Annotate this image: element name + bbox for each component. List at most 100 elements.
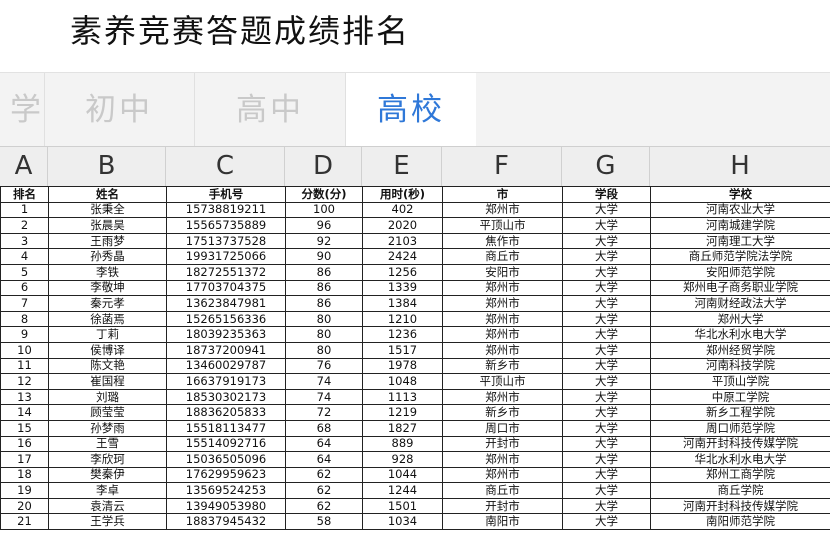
cell-score[interactable]: 62 (285, 482, 363, 499)
cell-school[interactable]: 周口师范学院 (650, 419, 830, 437)
cell-score[interactable]: 64 (285, 451, 363, 468)
cell-phone[interactable]: 18737200941 (166, 341, 286, 359)
cell-phone[interactable]: 13949053980 (166, 497, 286, 515)
cell-time[interactable]: 1501 (362, 497, 443, 515)
cell-time[interactable]: 1978 (362, 357, 443, 375)
cell-time[interactable]: 2020 (362, 217, 443, 234)
cell-name[interactable]: 徐菡焉 (48, 310, 167, 328)
header-time[interactable]: 用时(秒) (362, 186, 443, 203)
cell-name[interactable]: 李欣珂 (48, 451, 167, 468)
column-letter-c[interactable]: C (166, 147, 285, 186)
cell-rank[interactable]: 15 (0, 419, 49, 437)
cell-school[interactable]: 河南财经政法大学 (650, 295, 830, 312)
cell-score[interactable]: 96 (285, 217, 363, 234)
cell-name[interactable]: 顾莹莹 (48, 404, 167, 421)
column-letter-b[interactable]: B (48, 147, 166, 186)
cell-city[interactable]: 郑州市 (442, 451, 563, 468)
cell-stage[interactable]: 大学 (562, 513, 651, 531)
cell-score[interactable]: 80 (285, 341, 363, 359)
cell-score[interactable]: 76 (285, 357, 363, 375)
cell-school[interactable]: 南阳师范学院 (650, 513, 830, 531)
cell-score[interactable]: 92 (285, 232, 363, 250)
cell-name[interactable]: 孙梦雨 (48, 419, 167, 437)
cell-city[interactable]: 新乡市 (442, 404, 563, 421)
cell-rank[interactable]: 21 (0, 513, 49, 531)
cell-stage[interactable]: 大学 (562, 435, 651, 453)
header-rank[interactable]: 排名 (0, 186, 49, 203)
cell-time[interactable]: 1113 (362, 388, 443, 406)
cell-stage[interactable]: 大学 (562, 248, 651, 265)
cell-rank[interactable]: 10 (0, 341, 49, 359)
cell-name[interactable]: 李卓 (48, 482, 167, 499)
cell-score[interactable]: 62 (285, 466, 363, 484)
cell-name[interactable]: 丁莉 (48, 326, 167, 343)
tab-university[interactable]: 高校 (346, 73, 476, 147)
column-letter-e[interactable]: E (362, 147, 442, 186)
cell-name[interactable]: 陈文艳 (48, 357, 167, 375)
cell-city[interactable]: 焦作市 (442, 232, 563, 250)
cell-phone[interactable]: 19931725066 (166, 248, 286, 265)
column-letter-h[interactable]: H (650, 147, 830, 186)
cell-rank[interactable]: 5 (0, 263, 49, 281)
cell-city[interactable]: 郑州市 (442, 310, 563, 328)
cell-score[interactable]: 72 (285, 404, 363, 421)
cell-city[interactable]: 郑州市 (442, 295, 563, 312)
cell-city[interactable]: 郑州市 (442, 466, 563, 484)
cell-school[interactable]: 平顶山学院 (650, 373, 830, 390)
cell-school[interactable]: 郑州工商学院 (650, 466, 830, 484)
column-letter-f[interactable]: F (442, 147, 562, 186)
cell-name[interactable]: 王雨梦 (48, 232, 167, 250)
cell-school[interactable]: 河南农业大学 (650, 201, 830, 219)
tab-junior-high[interactable]: 初中 (44, 73, 195, 147)
cell-city[interactable]: 南阳市 (442, 513, 563, 531)
cell-name[interactable]: 孙秀晶 (48, 248, 167, 265)
cell-score[interactable]: 74 (285, 388, 363, 406)
cell-score[interactable]: 80 (285, 310, 363, 328)
cell-rank[interactable]: 18 (0, 466, 49, 484)
cell-time[interactable]: 1044 (362, 466, 443, 484)
cell-stage[interactable]: 大学 (562, 357, 651, 375)
cell-time[interactable]: 1244 (362, 482, 443, 499)
cell-stage[interactable]: 大学 (562, 232, 651, 250)
cell-stage[interactable]: 大学 (562, 326, 651, 343)
cell-time[interactable]: 402 (362, 201, 443, 219)
cell-name[interactable]: 王雪 (48, 435, 167, 453)
cell-name[interactable]: 张晨昊 (48, 217, 167, 234)
cell-time[interactable]: 1219 (362, 404, 443, 421)
cell-time[interactable]: 1339 (362, 279, 443, 297)
cell-time[interactable]: 1256 (362, 263, 443, 281)
cell-city[interactable]: 开封市 (442, 435, 563, 453)
cell-rank[interactable]: 1 (0, 201, 49, 219)
cell-phone[interactable]: 16637919173 (166, 373, 286, 390)
header-name[interactable]: 姓名 (48, 186, 167, 203)
header-score[interactable]: 分数(分) (285, 186, 363, 203)
cell-rank[interactable]: 3 (0, 232, 49, 250)
cell-city[interactable]: 新乡市 (442, 357, 563, 375)
cell-stage[interactable]: 大学 (562, 295, 651, 312)
cell-city[interactable]: 商丘市 (442, 482, 563, 499)
cell-rank[interactable]: 16 (0, 435, 49, 453)
cell-time[interactable]: 1517 (362, 341, 443, 359)
cell-rank[interactable]: 4 (0, 248, 49, 265)
cell-rank[interactable]: 14 (0, 404, 49, 421)
cell-phone[interactable]: 17703704375 (166, 279, 286, 297)
cell-phone[interactable]: 15514092716 (166, 435, 286, 453)
cell-school[interactable]: 河南开封科技传媒学院 (650, 435, 830, 453)
cell-score[interactable]: 80 (285, 326, 363, 343)
cell-city[interactable]: 郑州市 (442, 388, 563, 406)
cell-city[interactable]: 郑州市 (442, 326, 563, 343)
cell-school[interactable]: 中原工学院 (650, 388, 830, 406)
tab-primary-school[interactable]: 学 (0, 73, 45, 147)
cell-city[interactable]: 郑州市 (442, 279, 563, 297)
cell-time[interactable]: 889 (362, 435, 443, 453)
cell-school[interactable]: 华北水利水电大学 (650, 326, 830, 343)
cell-name[interactable]: 侯博译 (48, 341, 167, 359)
cell-name[interactable]: 袁清云 (48, 497, 167, 515)
cell-rank[interactable]: 13 (0, 388, 49, 406)
cell-stage[interactable]: 大学 (562, 217, 651, 234)
cell-city[interactable]: 开封市 (442, 497, 563, 515)
header-phone[interactable]: 手机号 (166, 186, 286, 203)
cell-name[interactable]: 秦元孝 (48, 295, 167, 312)
cell-school[interactable]: 河南科技学院 (650, 357, 830, 375)
cell-phone[interactable]: 15036505096 (166, 451, 286, 468)
